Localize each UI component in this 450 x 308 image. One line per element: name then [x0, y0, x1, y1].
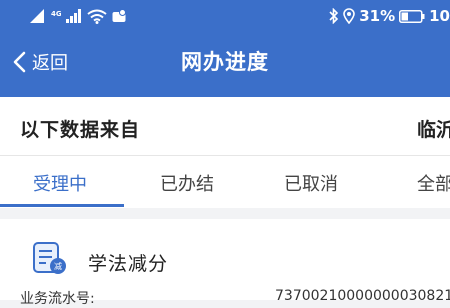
status-bar: 4G 31% 10 — [0, 0, 450, 32]
battery-percent: 31% — [359, 7, 396, 25]
location-icon — [343, 8, 356, 24]
document-icon: 减 — [33, 242, 66, 274]
tab-all[interactable]: 全部 — [417, 170, 450, 196]
data-source-label: 以下数据来自 — [20, 119, 141, 141]
app-header: 4G 31% 10 返回 网办进度 — [0, 0, 450, 97]
card-title: 学法减分 — [88, 253, 169, 275]
notification-icon — [112, 9, 126, 22]
page-title: 网办进度 — [181, 50, 269, 74]
network-label-icon: 4G — [51, 10, 61, 18]
tab-completed[interactable]: 已办结 — [160, 170, 214, 196]
active-tab-indicator — [0, 204, 124, 207]
wifi-icon — [87, 9, 107, 24]
tab-cancelled[interactable]: 已取消 — [284, 170, 338, 196]
status-right-icons: 31% 10 — [329, 5, 450, 27]
bluetooth-icon — [329, 8, 339, 24]
signal-bars-icon — [66, 9, 81, 23]
serial-number-label: 业务流水号: — [20, 291, 95, 307]
data-source-value: 临沂 — [417, 119, 450, 141]
data-source-row: 以下数据来自 临沂 — [0, 97, 450, 155]
battery-icon — [399, 9, 425, 23]
application-card[interactable]: 减 学法减分 业务流水号: 737002100000000308213 — [0, 219, 450, 307]
network-label: 4G — [51, 10, 61, 18]
status-tabs: 受理中 已办结 已取消 全部 — [0, 155, 450, 208]
nav-bar: 返回 网办进度 — [0, 32, 450, 97]
card-badge-text: 减 — [54, 261, 62, 271]
tab-in-progress[interactable]: 受理中 — [33, 170, 87, 196]
status-left-icons: 4G — [30, 8, 126, 24]
signal-icon — [30, 9, 44, 23]
clock-time: 10 — [429, 7, 450, 25]
serial-number-value: 737002100000000308213 — [275, 288, 450, 304]
